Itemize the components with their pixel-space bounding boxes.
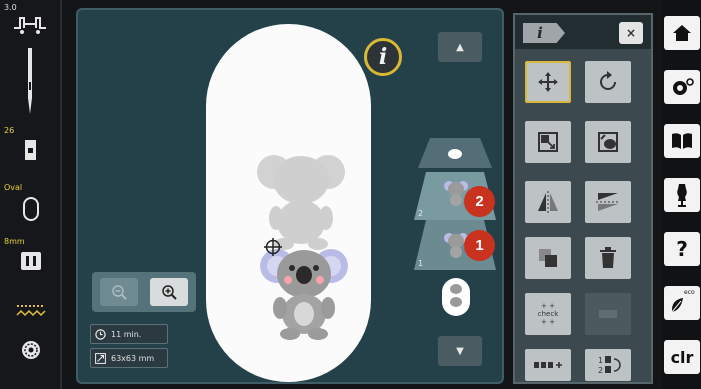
move-icon bbox=[538, 72, 558, 92]
zoom-in-icon bbox=[162, 285, 177, 300]
mirror-vertical-button[interactable] bbox=[585, 181, 631, 223]
design-size-info: 63x63 mm bbox=[90, 348, 168, 368]
add-combination-icon bbox=[534, 362, 562, 368]
resize-icon bbox=[95, 352, 106, 364]
stitch-pattern-icon[interactable] bbox=[15, 300, 47, 320]
delete-button[interactable] bbox=[585, 237, 631, 279]
crosshair-icon[interactable] bbox=[264, 238, 282, 256]
design-size-value: 63x63 mm bbox=[111, 353, 155, 363]
bobbin-icon[interactable] bbox=[21, 340, 41, 360]
layer-thumb-combined[interactable] bbox=[448, 282, 464, 310]
scroll-down-button[interactable]: ▼ bbox=[438, 336, 482, 366]
check-position-button[interactable]: + + check + + bbox=[525, 293, 571, 335]
tool-panel-header: i × bbox=[515, 15, 651, 49]
disabled-tool-icon bbox=[599, 310, 617, 318]
zoom-in-button[interactable] bbox=[150, 278, 188, 306]
needle-icon[interactable] bbox=[25, 48, 35, 118]
trash-icon bbox=[600, 247, 616, 268]
eco-button[interactable]: eco bbox=[664, 286, 700, 320]
embroidery-machine-screen: 3.0 26 Oval 8mm i ▲ ▼ 2 1 2 1 11 min. 63… bbox=[0, 0, 701, 389]
scroll-up-button[interactable]: ▲ bbox=[438, 32, 482, 62]
upper-thread-tension-icon[interactable] bbox=[12, 12, 48, 38]
hoop-name-label: Oval bbox=[4, 183, 23, 192]
svg-text:1: 1 bbox=[418, 259, 423, 268]
move-button[interactable] bbox=[525, 61, 571, 103]
disabled-tool-button bbox=[585, 293, 631, 335]
needle-size-label: 8mm bbox=[4, 237, 25, 246]
duplicate-icon bbox=[539, 249, 557, 267]
home-icon bbox=[673, 25, 691, 41]
stitch-plate-icon[interactable] bbox=[21, 252, 41, 270]
arrow-up-icon: ▲ bbox=[456, 41, 464, 53]
info-tab[interactable]: i bbox=[523, 23, 565, 43]
resize-frame-button[interactable] bbox=[585, 121, 631, 163]
svg-text:2: 2 bbox=[418, 209, 423, 218]
mirror-horizontal-button[interactable] bbox=[525, 181, 571, 223]
close-button[interactable]: × bbox=[619, 22, 643, 44]
presser-foot-icon[interactable] bbox=[22, 140, 40, 162]
status-sidebar: 3.0 26 Oval 8mm bbox=[0, 0, 62, 389]
svg-text:1: 1 bbox=[598, 356, 603, 365]
rotate-button[interactable] bbox=[585, 61, 631, 103]
check-arrows-top: + + bbox=[541, 302, 555, 310]
nav-sidebar: ? eco clr bbox=[662, 0, 701, 389]
check-label: check bbox=[537, 310, 559, 318]
embroidery-workspace[interactable]: i ▲ ▼ 2 1 2 1 11 min. 63x63 mm bbox=[76, 8, 504, 384]
book-icon bbox=[672, 133, 692, 149]
stitch-order-icon: 1 2 bbox=[598, 356, 621, 375]
dress-form-icon bbox=[677, 184, 687, 207]
version-label: 3.0 bbox=[4, 3, 17, 12]
zoom-controls bbox=[92, 272, 196, 312]
help-button[interactable]: ? bbox=[664, 232, 700, 266]
mirror-horizontal-icon bbox=[538, 191, 558, 213]
home-button[interactable] bbox=[664, 16, 700, 50]
stitch-order-button[interactable]: 1 2 bbox=[585, 349, 631, 381]
zoom-out-button[interactable] bbox=[100, 278, 138, 306]
eco-label: eco bbox=[684, 289, 695, 296]
manual-button[interactable] bbox=[664, 124, 700, 158]
zoom-out-icon bbox=[112, 285, 127, 300]
rotate-icon bbox=[600, 71, 616, 90]
koala-design[interactable] bbox=[258, 242, 350, 340]
check-arrows-bottom: + + bbox=[541, 318, 555, 326]
layer-stack[interactable]: 2 1 bbox=[408, 128, 502, 318]
settings-button[interactable] bbox=[664, 70, 700, 104]
add-combination-button[interactable] bbox=[525, 349, 571, 381]
layer-badge-1: 1 bbox=[464, 230, 495, 261]
hoop-oval-icon[interactable] bbox=[22, 196, 40, 222]
svg-text:2: 2 bbox=[598, 366, 603, 375]
scale-button[interactable] bbox=[525, 121, 571, 163]
clock-icon bbox=[95, 328, 106, 340]
tutorial-button[interactable] bbox=[664, 178, 700, 212]
mirror-vertical-icon bbox=[596, 193, 620, 211]
layer-badge-2: 2 bbox=[464, 186, 495, 217]
stitch-time-value: 11 min. bbox=[111, 329, 142, 339]
edit-tool-panel: i × + + check + + 1 2 bbox=[513, 13, 653, 384]
scale-icon bbox=[538, 132, 558, 152]
info-button[interactable]: i bbox=[364, 38, 402, 76]
settings-icon bbox=[673, 78, 694, 95]
clear-button[interactable]: clr bbox=[664, 340, 700, 374]
koala-design-ghost bbox=[256, 150, 346, 250]
frame-resize-icon bbox=[598, 132, 618, 152]
stitch-number-label: 26 bbox=[4, 126, 15, 135]
duplicate-button[interactable] bbox=[525, 237, 571, 279]
arrow-down-icon: ▼ bbox=[456, 345, 464, 357]
stitch-time-info: 11 min. bbox=[90, 324, 168, 344]
